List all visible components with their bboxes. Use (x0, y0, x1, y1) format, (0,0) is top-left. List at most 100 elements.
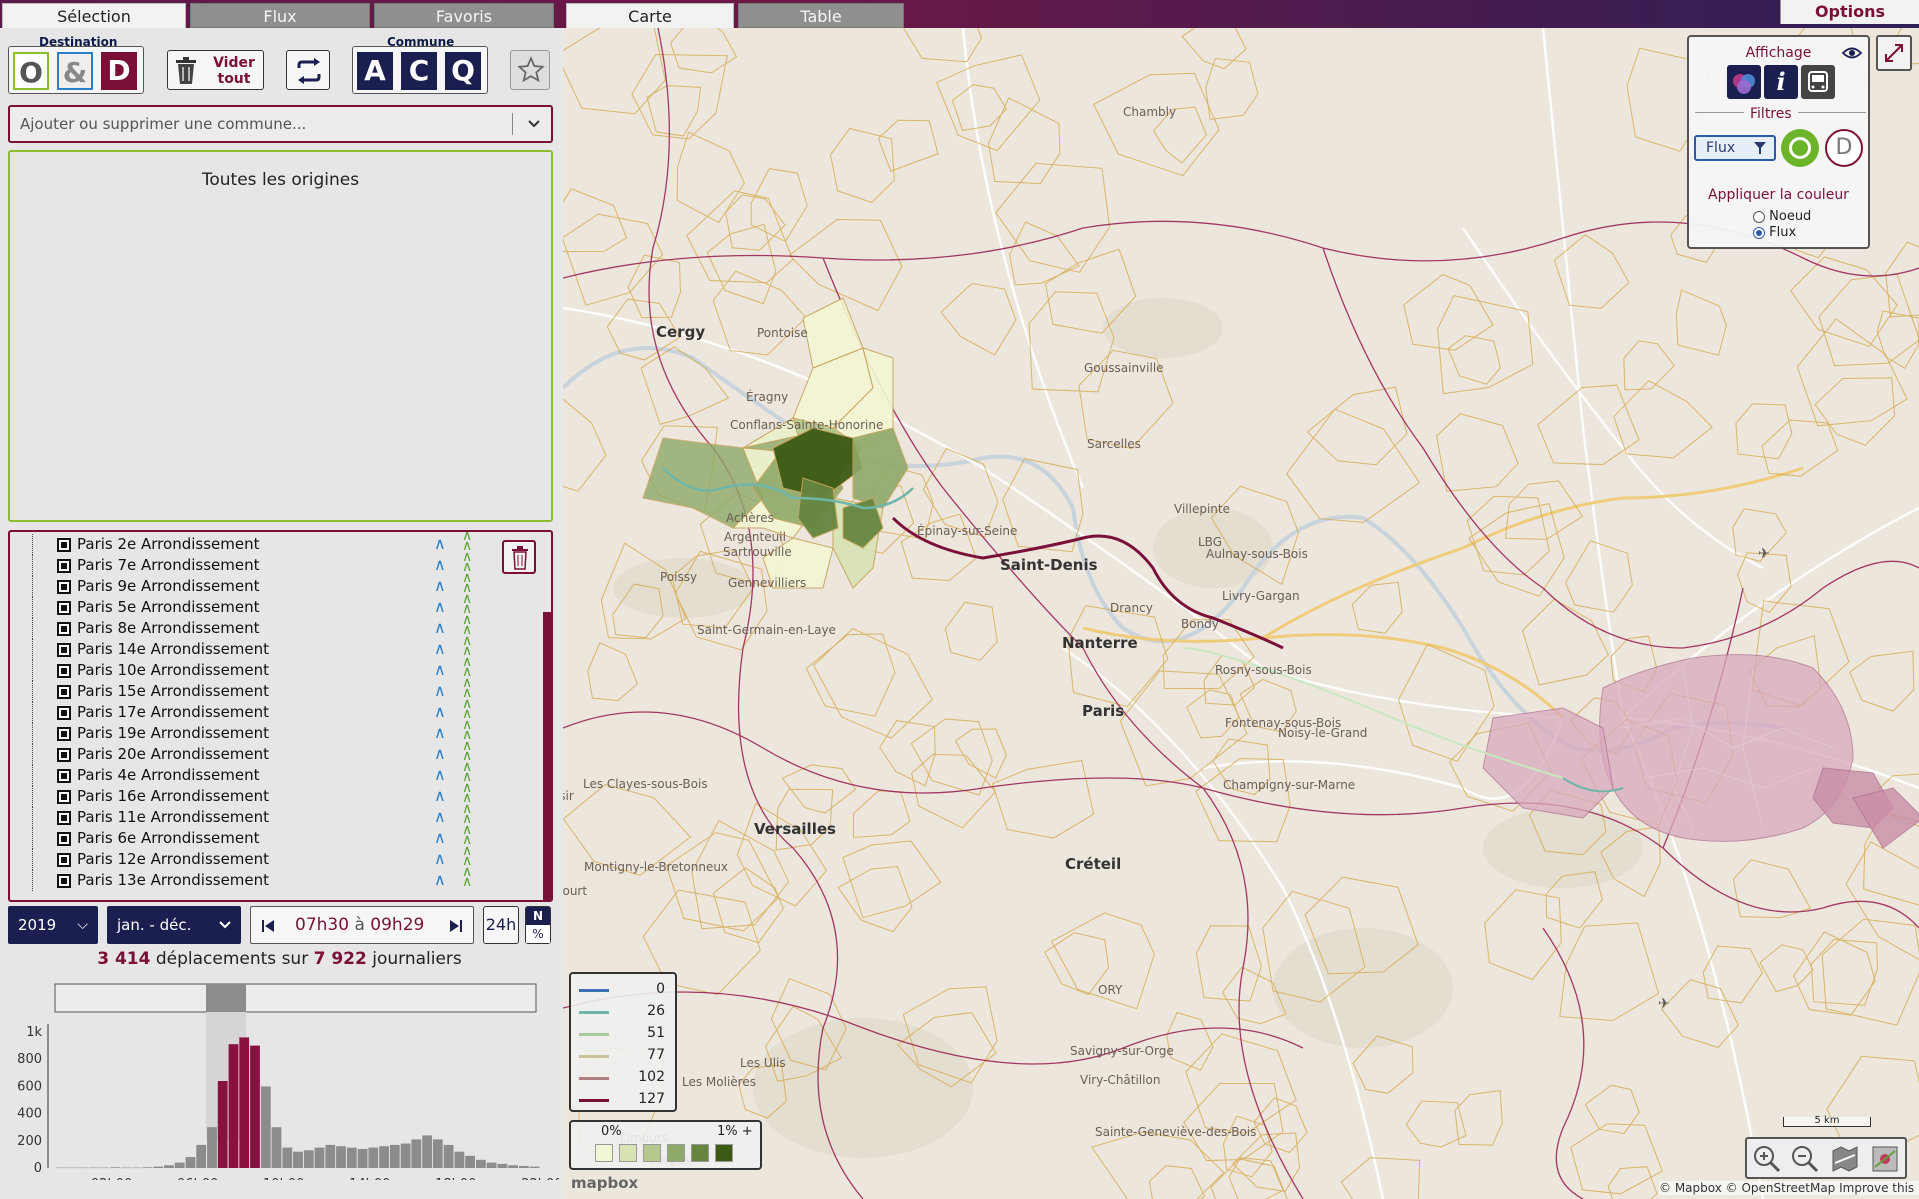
histogram-bar[interactable] (293, 1151, 303, 1168)
chevron-up-icon[interactable]: ∧ (434, 597, 446, 616)
radio-node[interactable]: Noeud (1753, 209, 1811, 224)
histogram-bar[interactable] (529, 1166, 540, 1168)
histogram-bar[interactable] (346, 1147, 357, 1168)
chevron-up-icon[interactable]: ∧ (434, 618, 446, 637)
destination-checkbox[interactable] (57, 874, 71, 888)
double-chevron-up-icon[interactable]: ∧ ∧ (462, 844, 472, 868)
histogram-bar[interactable] (239, 1037, 250, 1168)
destination-checkbox[interactable] (57, 769, 71, 783)
delete-destinations-button[interactable] (502, 540, 536, 574)
zoom-out-button[interactable] (1789, 1143, 1821, 1175)
histogram-bar[interactable] (196, 1144, 207, 1168)
histogram-bar[interactable] (88, 1167, 99, 1169)
destination-row[interactable]: Paris 2e Arrondissement ∧ ∧ ∧ (10, 532, 490, 555)
double-chevron-up-icon[interactable]: ∧ ∧ (462, 697, 472, 721)
destination-row[interactable]: Paris 11e Arrondissement ∧ ∧ ∧ (10, 802, 490, 828)
destination-row[interactable]: Paris 15e Arrondissement ∧ ∧ ∧ (10, 676, 490, 702)
histogram-bar[interactable] (164, 1165, 174, 1168)
chevron-up-icon[interactable]: ∧ (434, 786, 446, 805)
chevron-down-icon[interactable] (527, 117, 541, 131)
hourly-histogram[interactable]: 0 200 400 600 800 1k 02h00 06h00 10h00 14h00 18h0… (0, 980, 559, 1180)
histogram-bar[interactable] (153, 1166, 164, 1168)
chevron-up-icon[interactable]: ∧ (434, 870, 446, 889)
info-toggle[interactable]: i (1764, 65, 1798, 99)
clear-all-button[interactable]: Vider tout (167, 50, 264, 90)
histogram-bar[interactable] (142, 1167, 153, 1168)
destination-checkbox[interactable] (57, 622, 71, 636)
h24-button[interactable]: 24h (483, 906, 519, 944)
double-chevron-up-icon[interactable]: ∧ ∧ (462, 865, 472, 889)
origin-and-destination-button[interactable]: & (57, 52, 93, 90)
histogram-bar[interactable] (207, 1127, 217, 1168)
histogram-bar[interactable] (519, 1166, 529, 1168)
double-chevron-up-icon[interactable]: ∧ ∧ (462, 718, 472, 742)
chevron-up-icon[interactable]: ∧ (434, 744, 446, 763)
destination-filter-button[interactable]: D (1825, 129, 1863, 167)
histogram-bar[interactable] (185, 1157, 196, 1168)
radio-flux-circle[interactable] (1753, 226, 1765, 239)
chevron-up-icon[interactable]: ∧ (434, 639, 446, 658)
destination-button[interactable]: D (101, 52, 137, 90)
commune-q-button[interactable]: Q (445, 52, 481, 90)
list-scrollbar[interactable] (543, 612, 551, 900)
histogram-bar[interactable] (250, 1045, 260, 1168)
histogram-bar[interactable] (443, 1144, 454, 1168)
layers-toggle[interactable] (1727, 65, 1761, 99)
destination-checkbox[interactable] (57, 601, 71, 615)
chevron-up-icon[interactable]: ∧ (434, 807, 446, 826)
histogram-bar[interactable] (508, 1165, 518, 1168)
locate-button[interactable] (1869, 1143, 1901, 1175)
favorite-button[interactable] (510, 50, 550, 90)
time-to[interactable]: 09h29 (370, 915, 424, 935)
histogram-bar[interactable] (422, 1135, 432, 1168)
histogram-bar[interactable] (110, 1167, 121, 1168)
histogram-bar[interactable] (282, 1147, 293, 1168)
histogram-bar[interactable] (121, 1167, 131, 1169)
destination-row[interactable]: Paris 20e Arrondissement ∧ ∧ ∧ (10, 739, 490, 765)
histogram-bar[interactable] (217, 1081, 228, 1168)
histogram-bar[interactable] (336, 1146, 346, 1168)
time-brush-track[interactable] (54, 983, 537, 1013)
destination-row[interactable]: Paris 6e Arrondissement ∧ ∧ ∧ (10, 823, 490, 849)
double-chevron-up-icon[interactable]: ∧ ∧ (462, 532, 472, 553)
tab-selection[interactable]: Sélection (2, 3, 186, 28)
histogram-bar[interactable] (271, 1127, 282, 1168)
histogram-bar[interactable] (486, 1162, 497, 1168)
chevron-up-icon[interactable]: ∧ (434, 681, 446, 700)
destination-row[interactable]: Paris 4e Arrondissement ∧ ∧ ∧ (10, 760, 490, 786)
histogram-bar[interactable] (260, 1086, 271, 1168)
time-from[interactable]: 07h30 (295, 915, 349, 935)
chevron-up-icon[interactable]: ∧ (434, 849, 446, 868)
destination-row[interactable]: Paris 7e Arrondissement ∧ ∧ ∧ (10, 550, 490, 576)
histogram-bar[interactable] (465, 1155, 475, 1168)
destination-row[interactable]: Paris 8e Arrondissement ∧ ∧ ∧ (10, 613, 490, 639)
histogram-bar[interactable] (174, 1162, 185, 1168)
destination-checkbox[interactable] (57, 559, 71, 573)
fullscreen-button[interactable] (1876, 35, 1912, 71)
tab-table[interactable]: Table (738, 3, 904, 28)
destination-row[interactable]: Paris 17e Arrondissement ∧ ∧ ∧ (10, 697, 490, 723)
double-chevron-up-icon[interactable]: ∧ ∧ (462, 676, 472, 700)
chevron-up-icon[interactable]: ∧ (434, 555, 446, 574)
destination-checkbox[interactable] (57, 727, 71, 741)
origin-filter-button[interactable] (1781, 129, 1819, 167)
number-percent-toggle[interactable]: N % (525, 906, 551, 944)
histogram-bar[interactable] (357, 1149, 368, 1168)
transit-toggle[interactable] (1801, 65, 1835, 99)
double-chevron-up-icon[interactable]: ∧ ∧ (462, 655, 472, 679)
destination-checkbox[interactable] (57, 811, 71, 825)
histogram-bar[interactable] (454, 1151, 465, 1168)
double-chevron-up-icon[interactable]: ∧ ∧ (462, 592, 472, 616)
double-chevron-up-icon[interactable]: ∧ ∧ (462, 613, 472, 637)
destination-checkbox[interactable] (57, 853, 71, 867)
destination-row[interactable]: Paris 12e Arrondissement ∧ ∧ ∧ (10, 844, 490, 870)
radio-node-circle[interactable] (1753, 210, 1765, 223)
histogram-bar[interactable] (228, 1044, 239, 1168)
destination-row[interactable]: Paris 13e Arrondissement ∧ ∧ ∧ (10, 865, 490, 891)
swap-od-button[interactable] (286, 50, 330, 90)
double-chevron-up-icon[interactable]: ∧ ∧ (462, 571, 472, 595)
destination-row[interactable]: Paris 9e Arrondissement ∧ ∧ ∧ (10, 571, 490, 597)
destination-checkbox[interactable] (57, 538, 71, 552)
histogram-bar[interactable] (497, 1163, 508, 1168)
commune-a-button[interactable]: A (357, 52, 393, 90)
